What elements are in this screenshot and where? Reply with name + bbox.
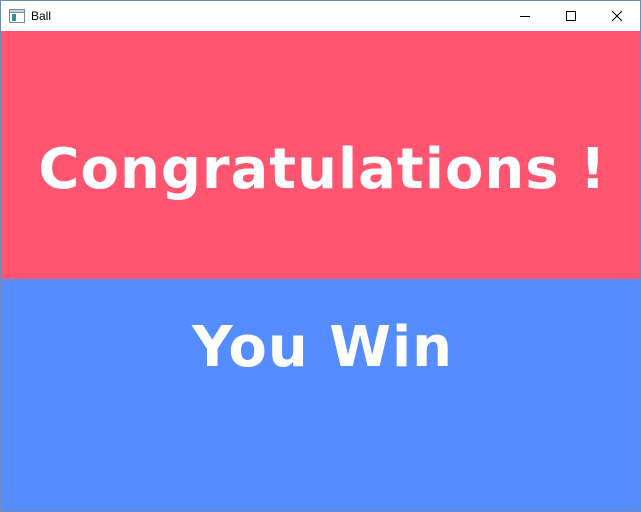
- minimize-icon: [520, 16, 530, 17]
- minimize-button[interactable]: [502, 1, 548, 31]
- close-button[interactable]: [594, 1, 640, 31]
- app-window-icon: [9, 9, 25, 23]
- maximize-button[interactable]: [548, 1, 594, 31]
- congratulations-panel: Congratulations !: [1, 31, 640, 279]
- you-win-panel: You Win: [1, 279, 640, 511]
- app-window: Ball Congratulations ! You Win: [0, 0, 641, 512]
- title-bar[interactable]: Ball: [1, 1, 640, 31]
- maximize-icon: [566, 11, 576, 21]
- close-icon: [611, 10, 623, 22]
- congratulations-text: Congratulations !: [38, 136, 607, 202]
- you-win-text: You Win: [191, 315, 454, 380]
- window-title: Ball: [31, 9, 52, 23]
